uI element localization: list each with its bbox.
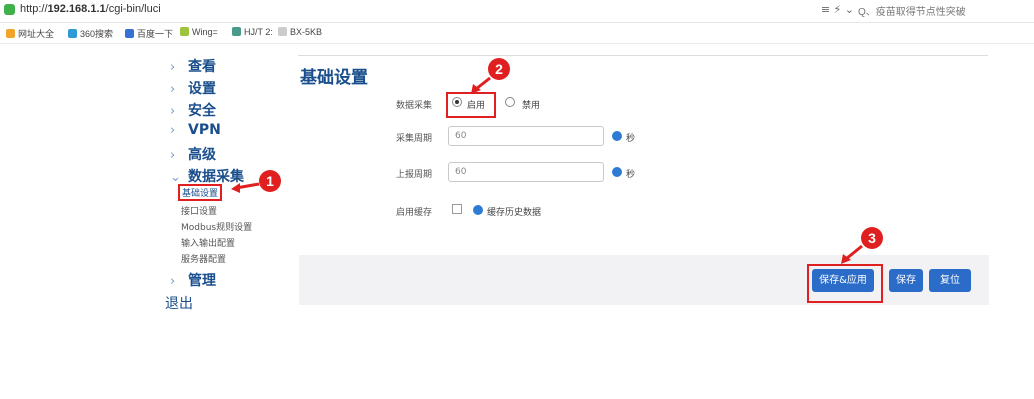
nav-manage[interactable]: › 管理 [170,270,216,290]
nav-view[interactable]: › 查看 [170,56,216,76]
disable-radio[interactable] [505,97,515,107]
annotation-arrow-1 [231,182,260,193]
annotation-marker-1: 1 [259,170,281,192]
browser-toolbar-icons[interactable]: ≡ ⚡ ⌄ [821,3,854,16]
url-text[interactable]: http://192.168.1.1/cgi-bin/luci [20,3,161,15]
collect-period-unit: 秒 [626,134,636,144]
bookmark-1[interactable]: 网址大全 [6,27,54,40]
report-period-label: 上报周期 [396,170,433,180]
chevron-right-icon: › [170,123,176,138]
annotation-arrow-2 [471,76,491,94]
browser-search-box[interactable]: Q、疫苗取得节点性突破 [858,3,1028,18]
help-icon[interactable] [473,205,483,215]
collect-period-input[interactable]: 60 [448,126,604,146]
cache-label: 启用缓存 [396,208,433,218]
header-divider [298,55,988,56]
cache-description: 缓存历史数据 [487,208,542,218]
collect-period-label: 采集周期 [396,134,433,144]
nav-settings[interactable]: › 设置 [170,78,216,98]
subnav-interface-settings[interactable]: 接口设置 [181,204,217,217]
subnav-io-config[interactable]: 输入输出配置 [181,236,235,249]
bookmark-4[interactable]: Wing= [180,27,218,37]
bookmark-6[interactable]: BX-5KB [278,27,322,37]
chevron-right-icon: › [170,274,176,289]
help-icon[interactable] [612,167,622,177]
data-collect-label: 数据采集 [396,101,433,111]
page-title: 基础设置 [300,68,368,88]
bookmark-3[interactable]: 百度一下 [125,27,173,40]
subnav-server-config[interactable]: 服务器配置 [181,252,226,265]
chevron-right-icon: › [170,104,176,119]
bookmarks-bar: 网址大全 360搜索 百度一下 Wing= HJ/T 2: BX-5KB [0,23,1034,44]
subnav-modbus-rules[interactable]: Modbus规则设置 [181,220,252,233]
cache-checkbox[interactable] [452,204,462,214]
save-button[interactable]: 保存 [889,269,923,292]
form-footer [299,255,989,305]
bookmark-5[interactable]: HJ/T 2: [232,27,273,37]
enable-label: 启用 [467,101,486,111]
nav-security[interactable]: › 安全 [170,100,216,120]
report-period-unit: 秒 [626,170,636,180]
chevron-right-icon: › [170,82,176,97]
security-shield-icon [4,4,15,15]
save-apply-button[interactable]: 保存&应用 [812,269,874,292]
chevron-down-icon: ⌄ [170,170,181,185]
nav-vpn[interactable]: › VPN [170,122,221,138]
disable-label: 禁用 [522,101,541,111]
logout-link[interactable]: 退出 [165,293,193,313]
subnav-basic-settings[interactable]: 基础设置 [178,184,223,201]
bookmark-2[interactable]: 360搜索 [68,27,113,40]
report-period-input[interactable]: 60 [448,162,604,182]
help-icon[interactable] [612,131,622,141]
chevron-right-icon: › [170,148,176,163]
enable-radio[interactable] [452,97,462,107]
annotation-arrow-3 [841,244,863,264]
chevron-right-icon: › [170,60,176,75]
nav-advanced[interactable]: › 高级 [170,144,216,164]
reset-button[interactable]: 复位 [929,269,971,292]
